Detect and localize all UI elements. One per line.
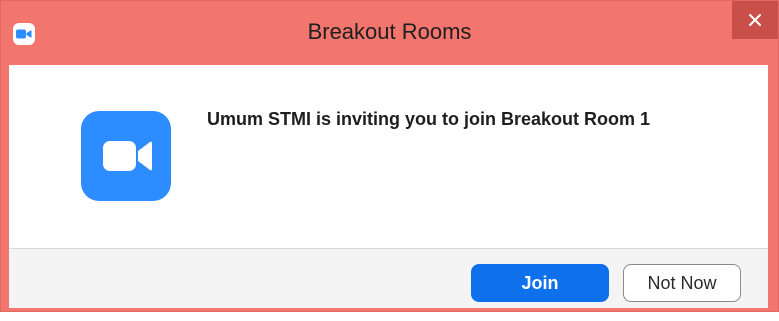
dialog-content: Umum STMI is inviting you to join Breako… <box>9 65 768 248</box>
window-title: Breakout Rooms <box>307 19 472 44</box>
breakout-rooms-dialog: Breakout Rooms Umum STMI is inviting you… <box>0 0 779 312</box>
zoom-camera-icon <box>81 111 171 201</box>
invitation-message: Umum STMI is inviting you to join Breako… <box>207 109 651 129</box>
close-button[interactable] <box>732 1 778 39</box>
close-icon <box>749 14 761 26</box>
not-now-button[interactable]: Not Now <box>623 264 741 302</box>
title-bar[interactable]: Breakout Rooms <box>1 1 778 65</box>
dialog-footer: Join Not Now <box>9 248 768 308</box>
join-button[interactable]: Join <box>471 264 609 302</box>
